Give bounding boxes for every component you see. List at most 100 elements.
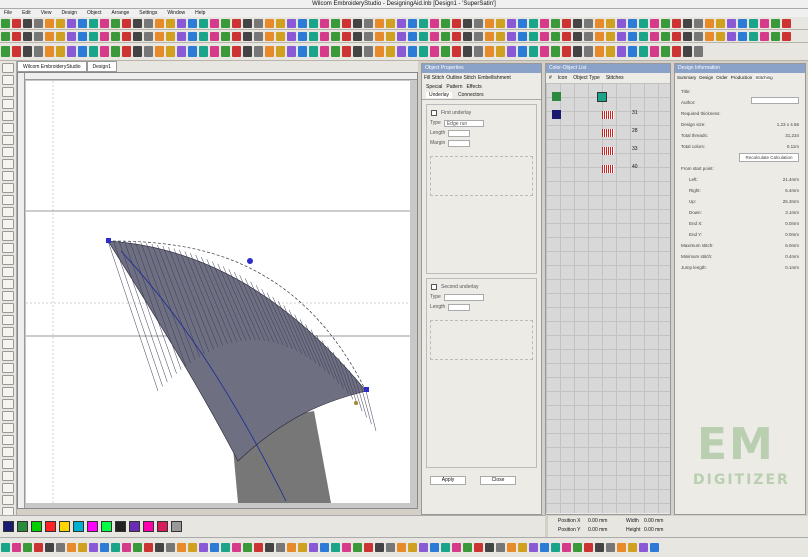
toolbar-button-icon[interactable] <box>650 18 659 28</box>
tool-button-icon[interactable] <box>2 219 14 229</box>
toolbar-button-icon[interactable] <box>606 18 615 28</box>
toolbar-button-icon[interactable] <box>529 31 538 41</box>
toolbar-button-icon[interactable] <box>276 18 285 28</box>
toolbar-button-icon[interactable] <box>364 543 373 552</box>
toolbar-button-icon[interactable] <box>628 543 637 552</box>
color-swatch[interactable] <box>157 521 168 532</box>
color-swatch[interactable] <box>101 521 112 532</box>
toolbar-button-icon[interactable] <box>529 46 538 57</box>
toolbar-button-icon[interactable] <box>562 18 571 28</box>
toolbar-button-icon[interactable] <box>276 46 285 57</box>
list-item[interactable] <box>552 91 652 103</box>
toolbar-button-icon[interactable] <box>551 31 560 41</box>
second-underlay-checkbox[interactable] <box>431 284 437 290</box>
toolbar-button-icon[interactable] <box>386 46 395 57</box>
toolbar-button-icon[interactable] <box>1 543 10 552</box>
type-select[interactable]: Edge run <box>443 119 484 127</box>
toolbar-button-icon[interactable] <box>375 31 384 41</box>
toolbar-button-icon[interactable] <box>100 31 109 41</box>
margin-input[interactable] <box>448 139 471 147</box>
toolbar-button-icon[interactable] <box>199 46 208 57</box>
toolbar-button-icon[interactable] <box>419 46 428 57</box>
toolbar-button-icon[interactable] <box>254 31 263 41</box>
toolbar-button-icon[interactable] <box>56 31 65 41</box>
color-swatch[interactable] <box>87 521 98 532</box>
tool-button-icon[interactable] <box>2 207 14 217</box>
toolbar-button-icon[interactable] <box>386 18 395 28</box>
toolbar-button-icon[interactable] <box>210 543 219 552</box>
toolbar-button-icon[interactable] <box>210 46 219 57</box>
toolbar-button-icon[interactable] <box>408 46 417 57</box>
toolbar-button-icon[interactable] <box>386 31 395 41</box>
design-canvas[interactable] <box>26 81 410 503</box>
toolbar-button-icon[interactable] <box>628 18 637 28</box>
toolbar-button-icon[interactable] <box>309 31 318 41</box>
toolbar-button-icon[interactable] <box>364 31 373 41</box>
node-handle[interactable] <box>364 387 369 392</box>
toolbar-button-icon[interactable] <box>34 31 43 41</box>
toolbar-button-icon[interactable] <box>287 31 296 41</box>
toolbar-button-icon[interactable] <box>122 18 131 28</box>
toolbar-button-icon[interactable] <box>485 46 494 57</box>
toolbar-button-icon[interactable] <box>694 46 703 57</box>
toolbar-button-icon[interactable] <box>397 543 406 552</box>
toolbar-button-icon[interactable] <box>45 31 54 41</box>
toolbar-button-icon[interactable] <box>188 31 197 41</box>
toolbar-button-icon[interactable] <box>122 31 131 41</box>
toolbar-button-icon[interactable] <box>133 31 142 41</box>
toolbar-button-icon[interactable] <box>320 18 329 28</box>
tab-order[interactable]: Order <box>716 75 728 80</box>
toolbar-button-icon[interactable] <box>672 46 681 57</box>
toolbar-button-icon[interactable] <box>408 18 417 28</box>
toolbar-button-icon[interactable] <box>287 543 296 552</box>
toolbar-button-icon[interactable] <box>683 18 692 28</box>
tool-button-icon[interactable] <box>2 399 14 409</box>
toolbar-button-icon[interactable] <box>507 46 516 57</box>
tool-button-icon[interactable] <box>2 411 14 421</box>
toolbar-button-icon[interactable] <box>1 46 10 57</box>
toolbar-button-icon[interactable] <box>221 18 230 28</box>
toolbar-button-icon[interactable] <box>727 18 736 28</box>
toolbar-button-icon[interactable] <box>34 18 43 28</box>
toolbar-button-icon[interactable] <box>133 543 142 552</box>
toolbar-button-icon[interactable] <box>474 46 483 57</box>
toolbar-button-icon[interactable] <box>34 46 43 57</box>
tool-button-icon[interactable] <box>2 135 14 145</box>
toolbar-button-icon[interactable] <box>331 543 340 552</box>
toolbar-button-icon[interactable] <box>595 543 604 552</box>
menu-edit[interactable]: Edit <box>22 9 31 17</box>
tool-button-icon[interactable] <box>2 435 14 445</box>
toolbar-button-icon[interactable] <box>232 543 241 552</box>
tool-button-icon[interactable] <box>2 459 14 469</box>
toolbar-button-icon[interactable] <box>188 18 197 28</box>
toolbar-button-icon[interactable] <box>67 31 76 41</box>
toolbar-button-icon[interactable] <box>595 46 604 57</box>
toolbar-button-icon[interactable] <box>276 31 285 41</box>
toolbar-button-icon[interactable] <box>518 31 527 41</box>
tool-button-icon[interactable] <box>2 279 14 289</box>
tab-design2[interactable]: Design1 <box>86 61 117 72</box>
toolbar-button-icon[interactable] <box>144 18 153 28</box>
toolbar-button-icon[interactable] <box>155 46 164 57</box>
toolbar-button-icon[interactable] <box>331 31 340 41</box>
list-item[interactable]: 28 <box>552 127 652 139</box>
tool-button-icon[interactable] <box>2 327 14 337</box>
toolbar-button-icon[interactable] <box>353 18 362 28</box>
color-swatch[interactable] <box>17 521 28 532</box>
toolbar-button-icon[interactable] <box>353 31 362 41</box>
toolbar-button-icon[interactable] <box>441 46 450 57</box>
toolbar-button-icon[interactable] <box>89 31 98 41</box>
toolbar-button-icon[interactable] <box>144 31 153 41</box>
tool-button-icon[interactable] <box>2 483 14 493</box>
toolbar-button-icon[interactable] <box>12 31 21 41</box>
toolbar-button-icon[interactable] <box>628 31 637 41</box>
toolbar-button-icon[interactable] <box>584 46 593 57</box>
toolbar-button-icon[interactable] <box>507 543 516 552</box>
toolbar-button-icon[interactable] <box>287 18 296 28</box>
toolbar-button-icon[interactable] <box>397 31 406 41</box>
color-swatch[interactable] <box>143 521 154 532</box>
tab-production[interactable]: Production <box>731 75 753 80</box>
toolbar-button-icon[interactable] <box>177 31 186 41</box>
toolbar-button-icon[interactable] <box>419 543 428 552</box>
menu-settings[interactable]: Settings <box>139 9 157 17</box>
